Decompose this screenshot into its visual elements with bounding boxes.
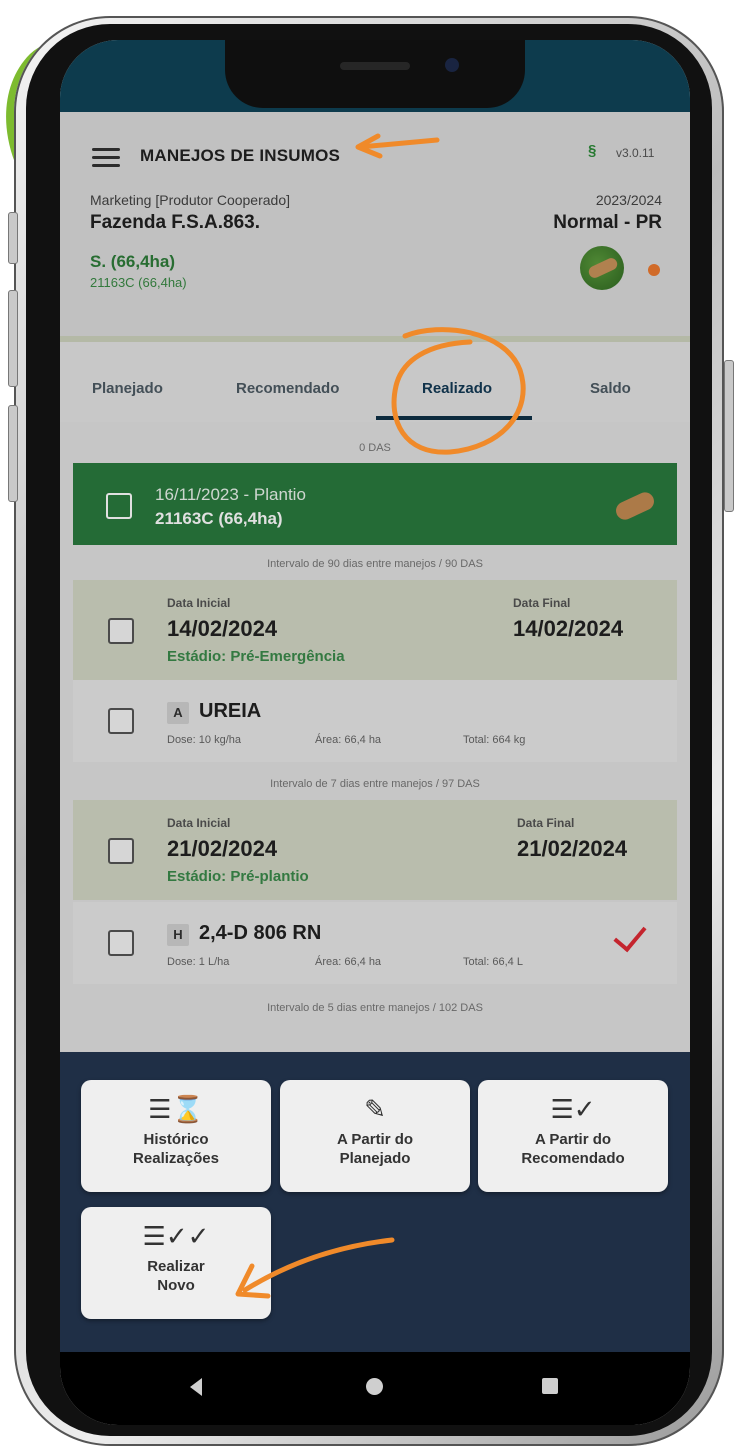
app-header: MANEJOS DE INSUMOS § v3.0.11 Marketing [… <box>60 112 690 394</box>
list-check-icon: ☰✓ <box>550 1094 596 1124</box>
button-label-line1: Histórico <box>143 1131 209 1148</box>
stage-card[interactable]: Data Inicial 14/02/2024 Data Final 14/02… <box>73 580 677 680</box>
stage-label: Estádio: Pré-plantio <box>167 868 309 885</box>
planting-field-name: 21163C (66,4ha) <box>155 509 283 528</box>
history-icon: ☰⌛ <box>148 1094 204 1124</box>
soybean-pod-icon <box>613 489 657 523</box>
status-dot-icon <box>648 264 660 276</box>
field-name[interactable]: S. (66,4ha) <box>90 252 175 272</box>
field-subtitle: 21163C (66,4ha) <box>90 275 187 290</box>
a-partir-do-planejado-button[interactable]: ✎ A Partir do Planejado <box>280 1080 470 1192</box>
button-label-line2: Recomendado <box>521 1150 625 1167</box>
button-label-line2: Novo <box>157 1277 195 1294</box>
interval-label: Intervalo de 90 dias entre manejos / 90 … <box>267 558 483 570</box>
start-date-label: Data Inicial <box>167 816 231 830</box>
edit-icon: ✎ <box>364 1094 386 1124</box>
historico-realizacoes-button[interactable]: ☰⌛ Histórico Realizações <box>81 1080 271 1192</box>
product-dose: Dose: 10 kg/ha <box>167 734 241 746</box>
button-label-line1: Realizar <box>147 1258 205 1275</box>
product-total: Total: 664 kg <box>463 734 526 746</box>
action-sheet: ☰⌛ Histórico Realizações ✎ A Partir do Pla… <box>60 1052 690 1352</box>
stage-card[interactable]: Data Inicial 21/02/2024 Data Final 21/02… <box>73 800 677 900</box>
tab-realizado[interactable]: Realizado <box>422 380 492 397</box>
user-profile-label: Marketing [Produtor Cooperado] <box>90 192 290 208</box>
start-date: 14/02/2024 <box>167 616 278 641</box>
tab-bar: Planejado Recomendado Realizado Saldo <box>60 342 690 422</box>
done-check-icon <box>613 917 647 953</box>
crop-soybean-avatar[interactable] <box>580 246 624 290</box>
home-icon[interactable] <box>366 1378 383 1395</box>
product-type-badge: H <box>167 924 189 946</box>
stage-checkbox[interactable] <box>108 618 134 644</box>
front-camera <box>445 58 459 72</box>
app-version: v3.0.11 <box>616 146 655 160</box>
button-label-line1: A Partir do <box>534 1131 612 1148</box>
product-total: Total: 66,4 L <box>463 956 523 968</box>
planting-date: 16/11/2023 - Plantio <box>155 485 306 504</box>
product-name: 2,4-D 806 RN <box>199 922 322 944</box>
product-checkbox[interactable] <box>108 708 134 734</box>
product-card[interactable]: H 2,4-D 806 RN Dose: 1 L/ha Área: 66,4 h… <box>73 902 677 984</box>
tab-recomendado[interactable]: Recomendado <box>236 380 339 397</box>
planting-checkbox[interactable] <box>106 493 132 519</box>
stage-label: Estádio: Pré-Emergência <box>167 648 345 665</box>
product-name: UREIA <box>199 700 262 722</box>
button-label-line2: Planejado <box>339 1150 411 1167</box>
farm-name[interactable]: Fazenda F.S.A.863. <box>90 212 260 234</box>
end-date: 21/02/2024 <box>517 836 628 861</box>
interval-label: Intervalo de 5 dias entre manejos / 102 … <box>267 1002 483 1014</box>
button-label-line2: Realizações <box>133 1150 219 1167</box>
phone-volume-up-button <box>8 290 18 387</box>
end-date-label: Data Final <box>517 816 575 830</box>
speaker-grille <box>340 62 410 70</box>
app-logo-icon: § <box>588 142 597 159</box>
realizar-novo-button[interactable]: ☰✓✓ Realizar Novo <box>81 1207 271 1319</box>
recent-apps-icon[interactable] <box>542 1378 558 1394</box>
mode-label[interactable]: Normal - PR <box>553 212 662 234</box>
product-area: Área: 66,4 ha <box>315 956 382 968</box>
tab-planejado[interactable]: Planejado <box>92 380 163 397</box>
end-date-label: Data Final <box>513 596 571 610</box>
product-checkbox[interactable] <box>108 930 134 956</box>
a-partir-do-recomendado-button[interactable]: ☰✓ A Partir do Recomendado <box>478 1080 668 1192</box>
active-tab-indicator <box>376 416 532 420</box>
phone-power-button <box>724 360 734 512</box>
product-area: Área: 66,4 ha <box>315 734 382 746</box>
planting-card[interactable]: 16/11/2023 - Plantio 21163C (66,4ha) <box>73 463 677 545</box>
back-icon[interactable] <box>190 1378 202 1396</box>
product-card[interactable]: A UREIA Dose: 10 kg/ha Área: 66,4 ha Tot… <box>73 680 677 762</box>
phone-silent-switch <box>8 212 18 264</box>
end-date: 14/02/2024 <box>513 616 624 641</box>
product-dose: Dose: 1 L/ha <box>167 956 230 968</box>
hamburger-menu-icon[interactable] <box>92 148 120 168</box>
season-label: 2023/2024 <box>595 192 662 208</box>
product-type-badge: A <box>167 702 189 724</box>
list-double-check-icon: ☰✓✓ <box>142 1221 210 1251</box>
start-date: 21/02/2024 <box>167 836 278 861</box>
interval-label: Intervalo de 7 dias entre manejos / 97 D… <box>270 778 480 790</box>
phone-notch <box>225 40 525 108</box>
timeline-list: 0 DAS 16/11/2023 - Plantio 21163C (66,4h… <box>60 422 690 1052</box>
start-date-label: Data Inicial <box>167 596 231 610</box>
page-title: MANEJOS DE INSUMOS <box>140 146 341 165</box>
phone-volume-down-button <box>8 405 18 502</box>
android-navigation-bar <box>60 1352 690 1425</box>
button-label-line1: A Partir do <box>336 1131 414 1148</box>
stage-checkbox[interactable] <box>108 838 134 864</box>
app-screen: MANEJOS DE INSUMOS § v3.0.11 Marketing [… <box>60 40 690 1425</box>
tab-saldo[interactable]: Saldo <box>590 380 631 397</box>
start-das-label: 0 DAS <box>359 442 391 454</box>
